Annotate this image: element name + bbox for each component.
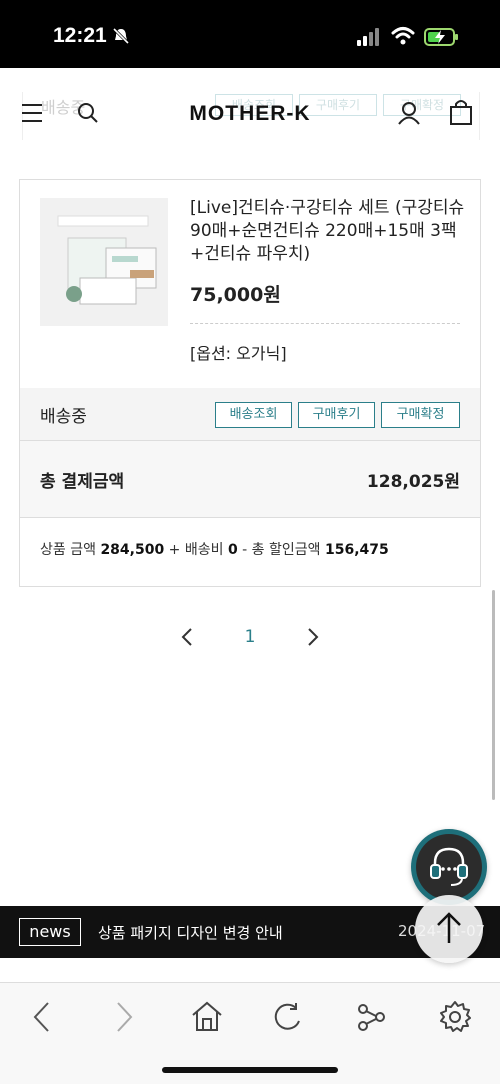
total-row: 총 결제금액 128,025원 — [20, 440, 480, 518]
product-option: [옵션: 오가닉] — [190, 344, 287, 363]
plus-sign: + — [168, 542, 181, 558]
browser-toolbar — [0, 982, 500, 1084]
silent-bell-icon — [112, 27, 130, 45]
shipping-status: 배송중 — [40, 407, 87, 427]
total-label: 총 결제금액 — [40, 472, 125, 492]
product-amount-value: 284,500 — [100, 542, 165, 558]
product-price: 75,000원 — [190, 284, 281, 306]
shipping-fee-value: 0 — [227, 542, 238, 558]
cellular-signal-icon — [357, 28, 379, 46]
news-headline[interactable]: 상품 패키지 디자인 변경 안내 — [98, 922, 283, 943]
customer-service-button[interactable] — [411, 829, 487, 905]
divider — [190, 323, 460, 324]
product-name[interactable]: [Live]건티슈·구강티슈 세트 (구강티슈 90매+순면건티슈 220매+1… — [190, 197, 465, 266]
site-header: 배송중 배송조회 구매후기 구매확정 MOTHER-K — [0, 68, 500, 148]
home-icon[interactable] — [190, 1000, 224, 1032]
scrollbar[interactable] — [492, 590, 495, 800]
write-review-button[interactable]: 구매후기 — [298, 402, 375, 428]
page-number-current[interactable]: 1 — [236, 627, 264, 647]
settings-icon[interactable] — [438, 1000, 472, 1034]
share-icon[interactable] — [356, 1001, 386, 1033]
arrow-up-icon — [437, 912, 461, 943]
forward-icon[interactable] — [114, 1001, 134, 1033]
wifi-icon — [391, 27, 415, 45]
back-icon[interactable] — [32, 1001, 52, 1033]
total-value: 128,025원 — [366, 472, 460, 492]
track-delivery-button[interactable]: 배송조회 — [215, 402, 292, 428]
shipping-fee-label: 배송비 — [184, 542, 224, 558]
headset-icon — [430, 847, 468, 886]
scroll-top-button[interactable] — [415, 895, 483, 963]
product-thumbnail[interactable] — [40, 198, 168, 326]
price-breakdown: 상품 금액 284,500 + 배송비 0 - 총 할인금액 156,475 — [40, 539, 389, 559]
discount-value: 156,475 — [324, 542, 389, 558]
status-time: 12:21 — [53, 24, 107, 47]
home-indicator — [162, 1067, 338, 1073]
user-icon[interactable] — [397, 101, 421, 125]
brand-logo[interactable]: MOTHER-K — [0, 102, 500, 126]
minus-sign: - — [242, 542, 248, 558]
status-bar: 12:21 — [0, 0, 500, 68]
bag-icon[interactable] — [450, 99, 472, 125]
confirm-purchase-button[interactable]: 구매확정 — [381, 402, 460, 428]
next-page-icon[interactable] — [305, 627, 321, 647]
product-amount-label: 상품 금액 — [40, 542, 96, 558]
shipping-row: 배송중 배송조회 구매후기 구매확정 — [20, 388, 480, 440]
news-badge: news — [19, 918, 81, 946]
discount-label: 총 할인금액 — [251, 542, 321, 558]
battery-charging-icon — [424, 28, 458, 46]
prev-page-icon[interactable] — [179, 627, 195, 647]
order-card: [Live]건티슈·구강티슈 세트 (구강티슈 90매+순면건티슈 220매+1… — [19, 179, 481, 587]
reload-icon[interactable] — [272, 1001, 306, 1033]
